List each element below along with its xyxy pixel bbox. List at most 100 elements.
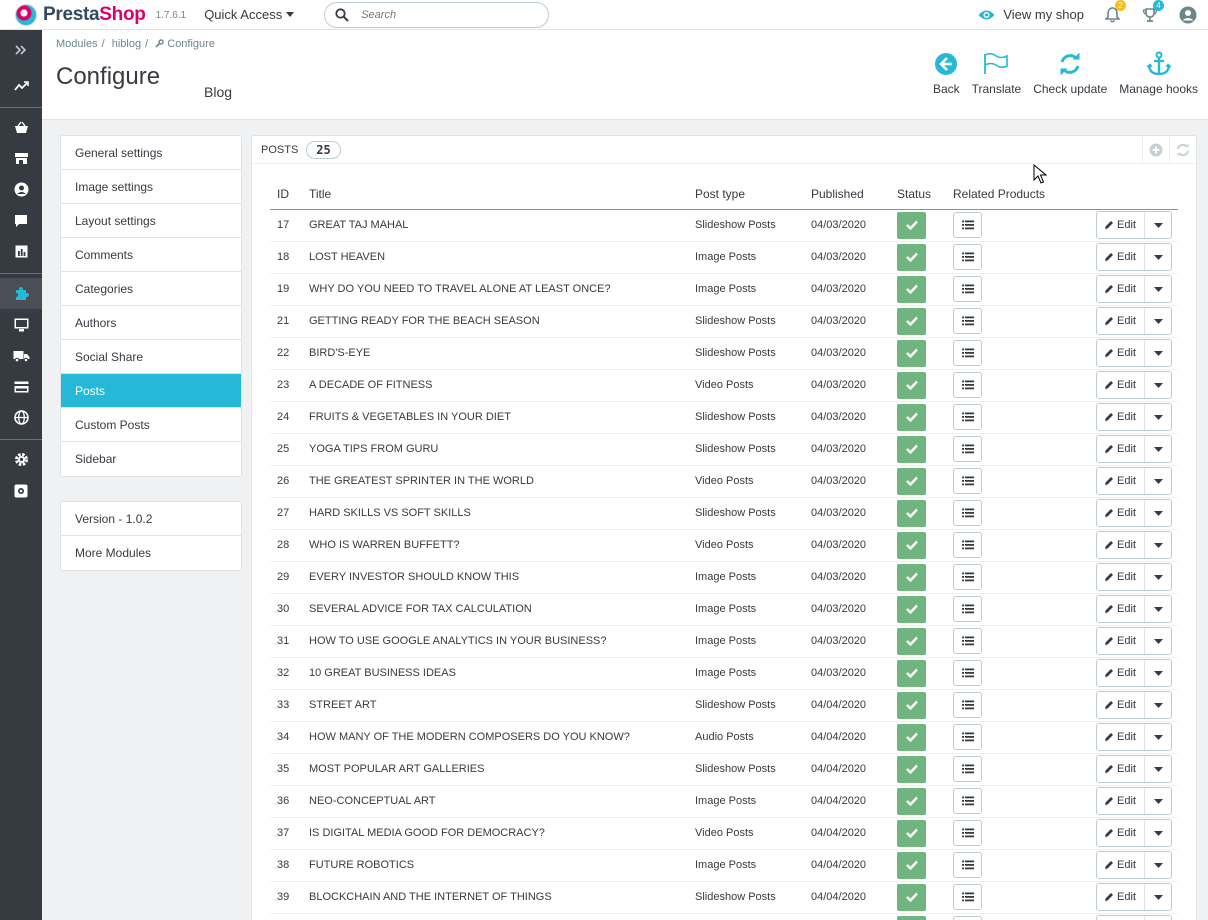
table-row[interactable]: 23 A DECADE OF FITNESS Video Posts 04/03… [270, 369, 1178, 402]
table-row[interactable]: 34 HOW MANY OF THE MODERN COMPOSERS DO Y… [270, 721, 1178, 754]
related-products-button[interactable] [953, 340, 982, 366]
edit-button[interactable]: Edit [1097, 404, 1145, 430]
table-row[interactable]: 31 HOW TO USE GOOGLE ANALYTICS IN YOUR B… [270, 625, 1178, 658]
edit-button[interactable]: Edit [1097, 212, 1145, 238]
table-row[interactable]: Edit [270, 913, 1178, 920]
table-row[interactable]: 39 BLOCKCHAIN AND THE INTERNET OF THINGS… [270, 881, 1178, 914]
view-my-shop-link[interactable]: View my shop [978, 7, 1084, 22]
col-id[interactable]: ID [270, 180, 302, 210]
related-products-button[interactable] [953, 884, 982, 910]
row-actions-dropdown[interactable] [1145, 692, 1171, 718]
status-toggle[interactable] [897, 435, 926, 463]
edit-button[interactable]: Edit [1097, 692, 1145, 718]
menu-comments[interactable]: Comments [61, 238, 241, 272]
edit-button[interactable]: Edit [1097, 532, 1145, 558]
row-actions-dropdown[interactable] [1145, 212, 1171, 238]
related-products-button[interactable] [953, 404, 982, 430]
row-actions-dropdown[interactable] [1145, 276, 1171, 302]
related-products-button[interactable] [953, 820, 982, 846]
breadcrumb-modules[interactable]: Modules [56, 38, 98, 50]
col-title[interactable]: Title [302, 180, 688, 210]
status-toggle[interactable] [897, 851, 926, 879]
nav-customers[interactable] [0, 174, 42, 205]
related-products-button[interactable] [953, 212, 982, 238]
row-actions-dropdown[interactable] [1145, 788, 1171, 814]
nav-configure[interactable] [0, 444, 42, 475]
menu-layout-settings[interactable]: Layout settings [61, 204, 241, 238]
status-toggle[interactable] [897, 883, 926, 911]
related-products-button[interactable] [953, 276, 982, 302]
related-products-button[interactable] [953, 916, 982, 920]
breadcrumb-hiblog[interactable]: hiblog [112, 38, 141, 50]
table-row[interactable]: 33 STREET ART Slideshow Posts 04/04/2020… [270, 689, 1178, 722]
related-products-button[interactable] [953, 596, 982, 622]
status-toggle[interactable] [897, 467, 926, 495]
refresh-list-button[interactable] [1169, 136, 1196, 164]
status-toggle[interactable] [897, 243, 926, 271]
orders-notification[interactable]: 2 [1102, 0, 1126, 25]
employee-menu[interactable] [1178, 5, 1198, 25]
menu-posts[interactable]: Posts [61, 374, 241, 408]
related-products-button[interactable] [953, 244, 982, 270]
row-actions-dropdown[interactable] [1145, 244, 1171, 270]
status-toggle[interactable] [897, 403, 926, 431]
table-row[interactable]: 35 MOST POPULAR ART GALLERIES Slideshow … [270, 753, 1178, 786]
status-toggle[interactable] [897, 307, 926, 335]
nav-dashboard[interactable] [0, 70, 42, 101]
row-actions-dropdown[interactable] [1145, 372, 1171, 398]
nav-messages[interactable] [0, 205, 42, 236]
check-update-button[interactable]: Check update [1027, 50, 1113, 96]
table-row[interactable]: 26 THE GREATEST SPRINTER IN THE WORLD Vi… [270, 465, 1178, 498]
status-toggle[interactable] [897, 211, 926, 239]
nav-international[interactable] [0, 402, 42, 433]
menu-custom-posts[interactable]: Custom Posts [61, 408, 241, 442]
edit-button[interactable]: Edit [1097, 852, 1145, 878]
row-actions-dropdown[interactable] [1145, 820, 1171, 846]
edit-button[interactable]: Edit [1097, 436, 1145, 462]
nav-catalog[interactable] [0, 143, 42, 174]
status-toggle[interactable] [897, 915, 926, 920]
table-row[interactable]: 36 NEO-CONCEPTUAL ART Image Posts 04/04/… [270, 785, 1178, 818]
related-products-button[interactable] [953, 788, 982, 814]
col-post-type[interactable]: Post type [688, 180, 804, 210]
col-related-products[interactable]: Related Products [946, 180, 1076, 210]
table-row[interactable]: 27 HARD SKILLS VS SOFT SKILLS Slideshow … [270, 497, 1178, 530]
edit-button[interactable]: Edit [1097, 756, 1145, 782]
edit-button[interactable]: Edit [1097, 884, 1145, 910]
related-products-button[interactable] [953, 724, 982, 750]
manage-hooks-button[interactable]: Manage hooks [1113, 50, 1204, 96]
status-toggle[interactable] [897, 755, 926, 783]
edit-button[interactable]: Edit [1097, 308, 1145, 334]
back-button[interactable]: Back [927, 50, 966, 96]
row-actions-dropdown[interactable] [1145, 500, 1171, 526]
table-row[interactable]: 30 SEVERAL ADVICE FOR TAX CALCULATION Im… [270, 593, 1178, 626]
search-input[interactable] [361, 8, 532, 21]
row-actions-dropdown[interactable] [1145, 468, 1171, 494]
table-row[interactable]: 21 GETTING READY FOR THE BEACH SEASON Sl… [270, 305, 1178, 338]
related-products-button[interactable] [953, 308, 982, 334]
status-toggle[interactable] [897, 275, 926, 303]
edit-button[interactable]: Edit [1097, 724, 1145, 750]
related-products-button[interactable] [953, 692, 982, 718]
related-products-button[interactable] [953, 564, 982, 590]
nav-advanced-parameters[interactable] [0, 475, 42, 506]
related-products-button[interactable] [953, 468, 982, 494]
customers-notification[interactable]: 4 [1140, 0, 1164, 25]
edit-button[interactable]: Edit [1097, 820, 1145, 846]
menu-general-settings[interactable]: General settings [61, 136, 241, 170]
edit-button[interactable]: Edit [1097, 564, 1145, 590]
status-toggle[interactable] [897, 531, 926, 559]
status-toggle[interactable] [897, 787, 926, 815]
edit-button[interactable]: Edit [1097, 244, 1145, 270]
menu-image-settings[interactable]: Image settings [61, 170, 241, 204]
nav-shipping[interactable] [0, 340, 42, 371]
related-products-button[interactable] [953, 532, 982, 558]
menu-sidebar[interactable]: Sidebar [61, 442, 241, 476]
translate-button[interactable]: Translate [966, 50, 1028, 96]
nav-stats[interactable] [0, 236, 42, 267]
row-actions-dropdown[interactable] [1145, 724, 1171, 750]
edit-button[interactable]: Edit [1097, 340, 1145, 366]
nav-modules[interactable] [0, 278, 42, 309]
col-status[interactable]: Status [890, 180, 946, 210]
edit-button[interactable]: Edit [1097, 660, 1145, 686]
